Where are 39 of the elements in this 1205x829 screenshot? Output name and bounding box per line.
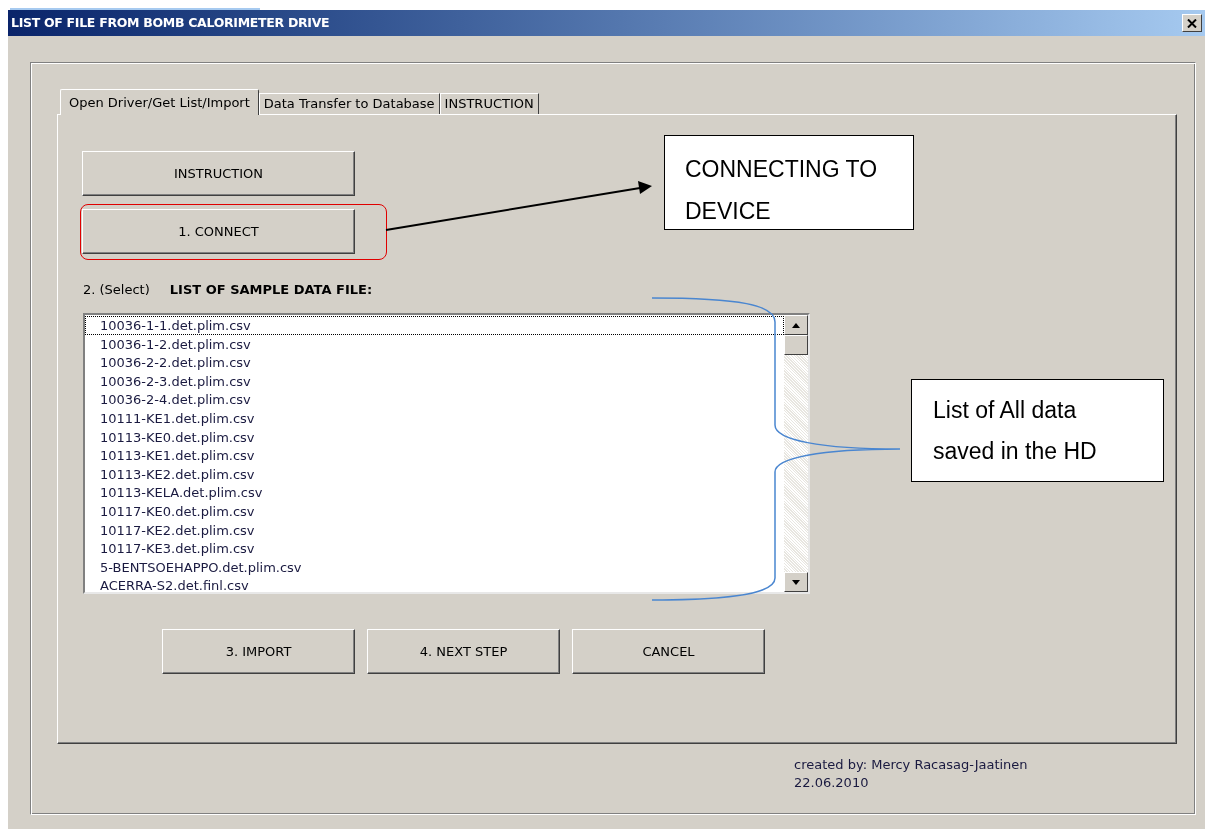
list-item[interactable]: 10117-KE3.det.plim.csv bbox=[85, 539, 784, 558]
tab[interactable]: Data Transfer to Database bbox=[258, 93, 440, 114]
list-item[interactable]: 10036-2-2.det.plim.csv bbox=[85, 353, 784, 372]
scroll-down-button[interactable] bbox=[784, 572, 808, 592]
step-label: 2. (Select) bbox=[83, 281, 150, 300]
list-item[interactable]: 10036-2-3.det.plim.csv bbox=[85, 371, 784, 391]
list-item[interactable]: 10036-1-1.det.plim.csv bbox=[85, 316, 784, 335]
list-item[interactable]: 10117-KE2.det.plim.csv bbox=[85, 520, 784, 540]
list-item[interactable]: 10111-KE1.det.plim.csv bbox=[85, 408, 784, 428]
up-arrow-icon bbox=[792, 322, 800, 328]
file-listbox[interactable] bbox=[83, 313, 810, 594]
list-item[interactable]: 10113-KE1.det.plim.csv bbox=[85, 446, 784, 465]
down-arrow-icon bbox=[792, 579, 800, 585]
credit-text: created by: Mercy Racasag-Jaatinen bbox=[794, 756, 1029, 774]
scrollbar[interactable] bbox=[784, 315, 808, 592]
list-item[interactable]: 10036-2-4.det.plim.csv bbox=[85, 390, 784, 409]
close-icon bbox=[1187, 18, 1197, 28]
button[interactable]: 3. IMPORT bbox=[162, 629, 355, 674]
list-item[interactable]: 10036-1-2.det.plim.csv bbox=[85, 334, 784, 354]
button[interactable]: CANCEL bbox=[572, 629, 765, 674]
button[interactable]: 1. CONNECT bbox=[82, 209, 355, 254]
tab[interactable]: Open Driver/Get List/Import bbox=[60, 89, 259, 115]
date-text: 22.06.2010 bbox=[794, 774, 870, 792]
tab[interactable]: INSTRUCTION bbox=[439, 93, 539, 114]
button[interactable]: INSTRUCTION bbox=[82, 151, 355, 196]
list-item[interactable]: 10113-KE0.det.plim.csv bbox=[85, 427, 784, 447]
list-item[interactable]: 10117-KE0.det.plim.csv bbox=[85, 501, 784, 521]
list-item[interactable]: 10113-KELA.det.plim.csv bbox=[85, 483, 784, 502]
callout-box: List of All data saved in the HD bbox=[911, 379, 1164, 482]
scroll-up-button[interactable] bbox=[784, 315, 808, 335]
callout-box: CONNECTING TO DEVICE bbox=[664, 135, 914, 230]
close-button[interactable] bbox=[1182, 14, 1202, 32]
scroll-thumb[interactable] bbox=[784, 335, 808, 355]
list-title: LIST OF SAMPLE DATA FILE: bbox=[169, 281, 373, 300]
list-item[interactable]: ACERRA-S2.det.finl.csv bbox=[85, 576, 784, 595]
window-title: LIST OF FILE FROM BOMB CALORIMETER DRIVE bbox=[11, 13, 330, 32]
list-item[interactable]: 5-BENTSOEHAPPO.det.plim.csv bbox=[85, 557, 784, 577]
button[interactable]: 4. NEXT STEP bbox=[367, 629, 560, 674]
list-item[interactable]: 10113-KE2.det.plim.csv bbox=[85, 464, 784, 484]
